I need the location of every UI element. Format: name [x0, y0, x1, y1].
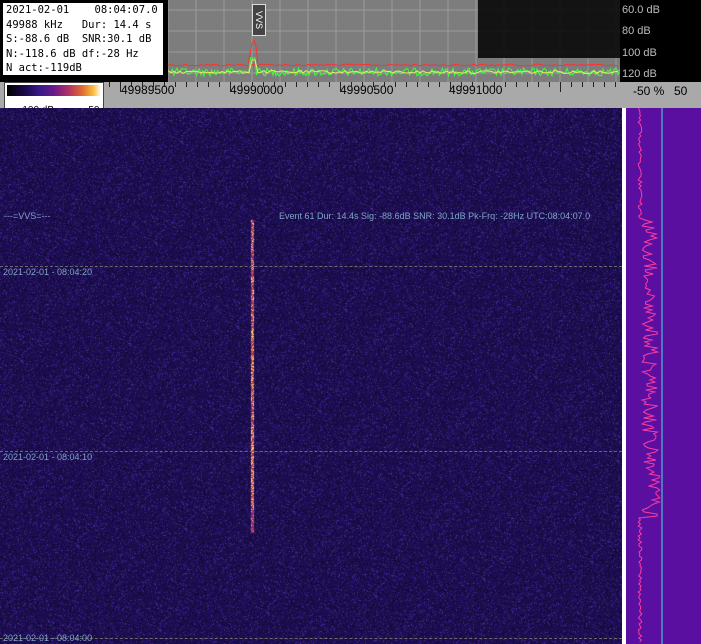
freq-label: 49989500	[121, 83, 175, 97]
freq-tick	[439, 82, 440, 87]
freq-tick	[505, 82, 506, 87]
power-trace-graph	[637, 108, 663, 644]
time-gridline	[0, 638, 622, 639]
freq-tick	[285, 82, 286, 87]
freq-tick	[406, 82, 407, 87]
info-date-time: 2021-02-01 08:04:07.0	[6, 4, 158, 16]
object-marker[interactable]: VVS	[252, 4, 266, 36]
freq-tick	[549, 82, 550, 87]
freq-tick	[340, 82, 341, 92]
object-label: ---=VVS=---	[4, 211, 51, 221]
freq-label: 49990500	[340, 83, 394, 97]
freq-tick	[252, 82, 253, 87]
time-label: 2021-02-01 - 08:04:00	[3, 633, 93, 643]
freq-tick	[538, 82, 539, 87]
freq-tick	[208, 82, 209, 87]
freq-tick	[560, 82, 561, 92]
freq-tick	[142, 82, 143, 87]
db-label-60: 60.0 dB	[622, 4, 660, 16]
freq-tick	[604, 82, 605, 87]
freq-tick	[219, 82, 220, 87]
freq-tick	[373, 82, 374, 87]
info-frequency-duration: 49988 kHz Dur: 14.4 s	[6, 18, 152, 31]
freq-tick	[164, 82, 165, 87]
freq-tick	[461, 82, 462, 87]
time-gridline	[0, 451, 622, 452]
power-scale-right: 50	[674, 84, 688, 98]
freq-label: 49990000	[230, 83, 284, 97]
freq-tick	[483, 82, 484, 87]
freq-tick	[472, 82, 473, 87]
freq-tick	[395, 82, 396, 87]
power-trace	[637, 108, 662, 643]
spectrum-peak-trace	[168, 63, 619, 67]
freq-tick	[120, 82, 121, 92]
freq-tick	[527, 82, 528, 87]
power-scale-header: -50 % 50	[622, 82, 701, 108]
waterfall-display[interactable]: 2021-02-01 - 08:04:20 2021-02-01 - 08:04…	[0, 108, 622, 644]
freq-tick	[263, 82, 264, 87]
freq-tick	[582, 82, 583, 87]
freq-tick	[384, 82, 385, 87]
freq-tick	[197, 82, 198, 87]
freq-tick	[494, 82, 495, 87]
freq-tick	[329, 82, 330, 87]
info-noise-actual: N act:-119dB	[6, 62, 82, 74]
freq-tick	[615, 82, 616, 87]
time-label: 2021-02-01 - 08:04:20	[3, 267, 93, 277]
event-info-box: 2021-02-01 08:04:07.0 49988 kHz Dur: 14.4…	[2, 2, 164, 76]
power-scale-left: -50 %	[633, 84, 665, 98]
freq-tick	[516, 82, 517, 87]
time-gridline	[0, 266, 622, 267]
spectrum-shade	[478, 0, 620, 58]
freq-tick	[296, 82, 297, 87]
freq-tick	[362, 82, 363, 87]
db-label-80: 80 dB	[622, 25, 651, 37]
color-gradient	[7, 85, 101, 96]
freq-tick	[571, 82, 572, 87]
freq-tick	[417, 82, 418, 87]
freq-tick	[131, 82, 132, 87]
freq-tick	[109, 82, 110, 87]
freq-tick	[450, 82, 451, 92]
waterfall-canvas[interactable]	[0, 108, 622, 644]
spectrum-graph	[168, 0, 620, 82]
freq-tick	[593, 82, 594, 87]
info-noise-df: N:-118.6 dB df:-28 Hz	[6, 47, 139, 60]
freq-tick	[318, 82, 319, 87]
spectrum-plot	[168, 0, 620, 82]
freq-tick	[241, 82, 242, 87]
freq-tick	[307, 82, 308, 87]
freq-tick	[175, 82, 176, 87]
event-summary: Event 61 Dur: 14.4s Sig: -88.6dB SNR: 30…	[279, 211, 591, 221]
freq-tick	[186, 82, 187, 87]
db-label-100: 100 dB	[622, 47, 657, 59]
freq-tick	[274, 82, 275, 87]
power-trace-panel	[622, 108, 701, 644]
freq-tick	[428, 82, 429, 87]
freq-tick	[230, 82, 231, 92]
info-signal-snr: S:-88.6 dB SNR:30.1 dB	[6, 33, 152, 45]
freq-tick	[351, 82, 352, 87]
db-label-120: 120 dB	[622, 68, 657, 80]
freq-tick	[153, 82, 154, 87]
time-label: 2021-02-01 - 08:04:10	[3, 452, 93, 462]
